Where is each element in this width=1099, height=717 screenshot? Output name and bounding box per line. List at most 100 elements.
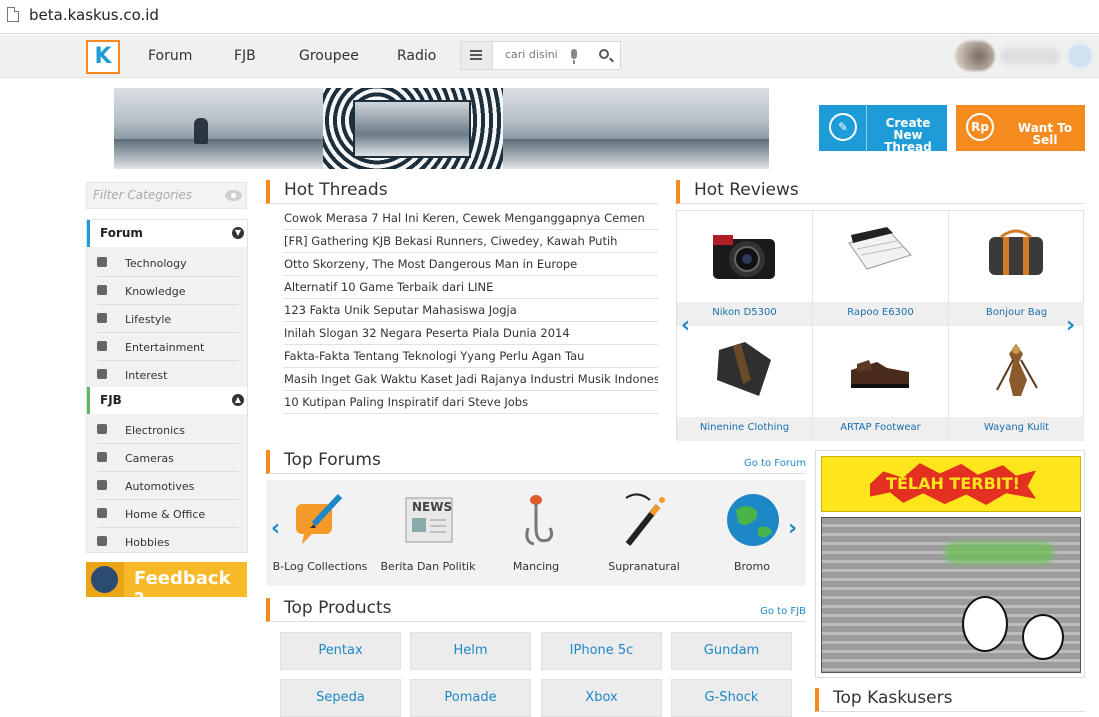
review-label[interactable]: Nikon D5300 bbox=[677, 302, 812, 326]
sidebar-item-lifestyle[interactable]: Lifestyle bbox=[97, 305, 239, 333]
review-card-nikon[interactable]: Nikon D5300 bbox=[677, 211, 813, 326]
user-avatar[interactable] bbox=[955, 41, 995, 71]
sidebar-item-technology[interactable]: Technology bbox=[97, 249, 239, 277]
tv-icon bbox=[97, 341, 107, 351]
sidebar-item-label: Home & Office bbox=[125, 508, 206, 521]
username-blurred[interactable] bbox=[1000, 48, 1060, 64]
want-to-sell-button[interactable]: Rp Want To Sell bbox=[956, 105, 1085, 151]
product-pomade[interactable]: Pomade bbox=[410, 679, 531, 717]
pencil-icon: ✎ bbox=[819, 105, 867, 151]
sidebar-item-label: Lifestyle bbox=[125, 313, 172, 326]
review-label[interactable]: ARTAP Footwear bbox=[813, 417, 948, 441]
url-text[interactable]: beta.kaskus.co.id bbox=[29, 6, 159, 24]
notification-icon[interactable] bbox=[1068, 44, 1092, 68]
chevron-up-icon[interactable]: ▲ bbox=[232, 394, 244, 406]
hot-thread-link[interactable]: [FR] Gathering KJB Bekasi Runners, Ciwed… bbox=[284, 230, 658, 253]
sidebar-item-interest[interactable]: Interest bbox=[97, 361, 239, 389]
product-xbox[interactable]: Xbox bbox=[541, 679, 662, 717]
review-card-bonjour-bag[interactable]: Bonjour Bag bbox=[949, 211, 1085, 326]
cartoon-character bbox=[1022, 614, 1064, 660]
section-title: Forum bbox=[100, 226, 143, 240]
comic-advertisement[interactable]: TELAH TERBIT! bbox=[815, 450, 1085, 678]
hamburger-menu-icon[interactable] bbox=[461, 42, 493, 69]
review-card-rapoo[interactable]: Rapoo E6300 bbox=[813, 211, 949, 326]
hot-reviews-carousel: Nikon D5300 Rapoo E6300 Bonjour Bag Nine… bbox=[676, 210, 1085, 441]
sidebar-item-cameras[interactable]: Cameras bbox=[97, 444, 239, 472]
nav-radio[interactable]: Radio bbox=[397, 48, 436, 64]
camera-icon bbox=[97, 452, 107, 462]
sidebar-item-electronics[interactable]: Electronics bbox=[97, 416, 239, 444]
product-pentax[interactable]: Pentax bbox=[280, 632, 401, 670]
forum-label: B-Log Collections bbox=[272, 560, 368, 573]
review-label[interactable]: Bonjour Bag bbox=[949, 302, 1084, 326]
review-card-ninenine[interactable]: Ninenine Clothing bbox=[677, 326, 813, 441]
search-input[interactable]: cari disini bbox=[505, 48, 558, 61]
clothing-product-image bbox=[717, 342, 771, 396]
create-thread-button[interactable]: ✎ Create New Thread bbox=[819, 105, 947, 153]
microphone-icon[interactable] bbox=[571, 49, 577, 64]
forum-label: Bromo bbox=[733, 560, 770, 573]
product-gundam[interactable]: Gundam bbox=[671, 632, 792, 670]
section-title: Hot Reviews bbox=[694, 180, 799, 200]
filter-categories-input[interactable]: Filter Categories bbox=[86, 182, 247, 209]
chevron-down-icon[interactable]: ▼ bbox=[232, 227, 244, 239]
review-label[interactable]: Rapoo E6300 bbox=[813, 302, 948, 326]
sidebar-item-hobbies[interactable]: Hobbies bbox=[97, 528, 239, 556]
eye-icon[interactable] bbox=[225, 190, 242, 201]
search-box[interactable]: cari disini bbox=[460, 41, 621, 70]
top-kaskusers-header: Top Kaskusers bbox=[815, 688, 1085, 712]
top-products-header: Top Products Go to FJB bbox=[266, 598, 806, 622]
sidebar-section-fjb[interactable]: FJB ▲ bbox=[87, 387, 247, 414]
forum-item-mancing[interactable]: Mancing bbox=[482, 480, 590, 586]
comic-panel bbox=[821, 517, 1081, 673]
section-title: Hot Threads bbox=[284, 180, 388, 200]
carousel-prev-arrow-icon[interactable]: ‹ bbox=[681, 313, 690, 338]
forum-item-supranatural[interactable]: Supranatural bbox=[590, 480, 698, 586]
sidebar-section-forum[interactable]: Forum ▼ bbox=[87, 220, 247, 247]
sidebar-item-label: Electronics bbox=[125, 424, 185, 437]
review-label[interactable]: Ninenine Clothing bbox=[677, 417, 812, 441]
review-card-wayang[interactable]: Wayang Kulit bbox=[949, 326, 1085, 441]
forum-item-blog-collections[interactable]: B-Log Collections bbox=[266, 480, 374, 586]
surfer-image bbox=[194, 118, 208, 144]
review-card-artap[interactable]: ARTAP Footwear bbox=[813, 326, 949, 441]
go-to-fjb-link[interactable]: Go to FJB bbox=[760, 606, 806, 617]
sidebar-item-entertainment[interactable]: Entertainment bbox=[97, 333, 239, 361]
nav-groupee[interactable]: Groupee bbox=[299, 48, 359, 64]
hot-thread-link[interactable]: Cowok Merasa 7 Hal Ini Keren, Cewek Meng… bbox=[284, 207, 658, 230]
cloud-shape bbox=[944, 542, 1054, 564]
sidebar-item-label: Technology bbox=[125, 257, 187, 270]
product-helm[interactable]: Helm bbox=[410, 632, 531, 670]
address-bar[interactable]: beta.kaskus.co.id bbox=[0, 0, 1099, 34]
hot-reviews-header: Hot Reviews bbox=[676, 180, 1084, 204]
hot-thread-link[interactable]: Masih Inget Gak Waktu Kaset Jadi Rajanya… bbox=[284, 368, 658, 391]
go-to-forum-link[interactable]: Go to Forum bbox=[744, 458, 806, 469]
hero-banner[interactable] bbox=[114, 88, 769, 169]
hot-threads-header: Hot Threads bbox=[266, 180, 658, 204]
nav-forum[interactable]: Forum bbox=[148, 48, 192, 64]
review-label[interactable]: Wayang Kulit bbox=[949, 417, 1084, 441]
hot-thread-link[interactable]: Otto Skorzeny, The Most Dangerous Man in… bbox=[284, 253, 658, 276]
camera-product-image bbox=[713, 235, 775, 279]
feedback-label: Feedback ? bbox=[134, 568, 231, 610]
product-sepeda[interactable]: Sepeda bbox=[280, 679, 401, 717]
kaskus-logo[interactable]: K bbox=[86, 40, 120, 74]
bag-product-image bbox=[989, 229, 1043, 275]
sidebar-item-automotives[interactable]: Automotives bbox=[97, 472, 239, 500]
want-to-sell-label: Want To Sell bbox=[1017, 121, 1073, 147]
feedback-button[interactable]: Feedback ? bbox=[86, 562, 247, 610]
hot-thread-link[interactable]: 123 Fakta Unik Seputar Mahasiswa Jogja bbox=[284, 299, 658, 322]
hot-thread-link[interactable]: 10 Kutipan Paling Inspiratif dari Steve … bbox=[284, 391, 658, 414]
search-icon[interactable] bbox=[599, 49, 609, 59]
hot-thread-link[interactable]: Inilah Slogan 32 Negara Peserta Piala Du… bbox=[284, 322, 658, 345]
sidebar-item-home-office[interactable]: Home & Office bbox=[97, 500, 239, 528]
hot-thread-link[interactable]: Fakta-Fakta Tentang Teknologi Yyang Perl… bbox=[284, 345, 658, 368]
hot-thread-link[interactable]: Alternatif 10 Game Terbaik dari LINE bbox=[284, 276, 658, 299]
product-iphone-5c[interactable]: IPhone 5c bbox=[541, 632, 662, 670]
product-g-shock[interactable]: G-Shock bbox=[671, 679, 792, 717]
forum-item-berita-politik[interactable]: Berita Dan Politik NEWS bbox=[374, 480, 482, 586]
nav-fjb[interactable]: FJB bbox=[234, 48, 256, 64]
carousel-next-arrow-icon[interactable]: › bbox=[1066, 313, 1075, 338]
sidebar-item-knowledge[interactable]: Knowledge bbox=[97, 277, 239, 305]
forums-next-arrow-icon[interactable]: › bbox=[788, 516, 797, 541]
